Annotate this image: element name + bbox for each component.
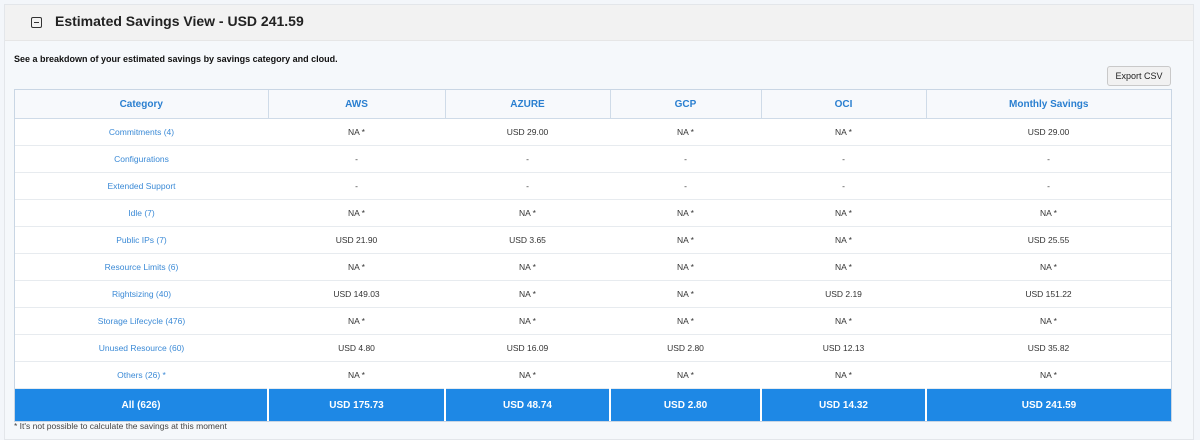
- gcp-cell: NA *: [610, 199, 761, 227]
- table-row: Commitments (4) NA * USD 29.00 NA * NA * USD …: [15, 118, 1171, 146]
- monthly-savings-cell: NA *: [926, 199, 1171, 227]
- azure-cell: NA *: [445, 307, 610, 335]
- column-header-aws[interactable]: AWS: [268, 90, 446, 119]
- oci-cell: NA *: [761, 226, 926, 254]
- monthly-savings-cell: -: [926, 145, 1171, 173]
- azure-cell: NA *: [445, 253, 610, 281]
- category-link[interactable]: Rightsizing (40): [15, 280, 268, 308]
- monthly-savings-cell: USD 25.55: [926, 226, 1171, 254]
- column-header-azure[interactable]: AZURE: [445, 90, 611, 119]
- category-link[interactable]: Unused Resource (60): [15, 334, 268, 362]
- savings-table-container: Category AWS AZURE GCP OCI Monthly Savings Co…: [14, 89, 1172, 422]
- savings-table: Category AWS AZURE GCP OCI Monthly Savings Co…: [15, 90, 1171, 421]
- monthly-savings-cell: -: [926, 172, 1171, 200]
- oci-cell: USD 12.13: [761, 334, 926, 362]
- monthly-savings-cell: USD 151.22: [926, 280, 1171, 308]
- panel-title: Estimated Savings View - USD 241.59: [55, 13, 304, 29]
- table-row: Extended Support - - - - -: [15, 172, 1171, 200]
- panel-header: Estimated Savings View - USD 241.59: [5, 5, 1193, 41]
- gcp-cell: NA *: [610, 361, 761, 389]
- panel-description: See a breakdown of your estimated saving…: [14, 54, 338, 64]
- gcp-cell: NA *: [610, 280, 761, 308]
- azure-cell: USD 16.09: [445, 334, 610, 362]
- monthly-savings-cell: NA *: [926, 307, 1171, 335]
- table-row: Others (26) * NA * NA * NA * NA * NA *: [15, 361, 1171, 389]
- table-header-row: Category AWS AZURE GCP OCI Monthly Savings: [15, 90, 1171, 119]
- total-oci-cell: USD 14.32: [761, 388, 927, 421]
- table-row: Rightsizing (40) USD 149.03 NA * NA * USD 2.…: [15, 280, 1171, 308]
- azure-cell: USD 3.65: [445, 226, 610, 254]
- aws-cell: NA *: [268, 199, 445, 227]
- oci-cell: NA *: [761, 199, 926, 227]
- oci-cell: NA *: [761, 361, 926, 389]
- aws-cell: -: [268, 172, 445, 200]
- column-header-oci[interactable]: OCI: [761, 90, 927, 119]
- aws-cell: -: [268, 145, 445, 173]
- gcp-cell: NA *: [610, 307, 761, 335]
- azure-cell: NA *: [445, 199, 610, 227]
- monthly-savings-cell: NA *: [926, 361, 1171, 389]
- category-link[interactable]: Resource Limits (6): [15, 253, 268, 281]
- aws-cell: USD 21.90: [268, 226, 445, 254]
- category-link[interactable]: Commitments (4): [15, 118, 268, 146]
- azure-cell: NA *: [445, 361, 610, 389]
- aws-cell: USD 4.80: [268, 334, 445, 362]
- aws-cell: NA *: [268, 361, 445, 389]
- monthly-savings-cell: USD 29.00: [926, 118, 1171, 146]
- oci-cell: NA *: [761, 253, 926, 281]
- column-header-gcp[interactable]: GCP: [610, 90, 762, 119]
- oci-cell: NA *: [761, 118, 926, 146]
- total-category-cell: All (626): [15, 388, 269, 421]
- table-row: Storage Lifecycle (476) NA * NA * NA * NA * N…: [15, 307, 1171, 335]
- total-azure-cell: USD 48.74: [445, 388, 611, 421]
- category-link[interactable]: Idle (7): [15, 199, 268, 227]
- category-link[interactable]: Extended Support: [15, 172, 268, 200]
- total-monthly-savings-cell: USD 241.59: [926, 388, 1171, 421]
- table-row: Configurations - - - - -: [15, 145, 1171, 173]
- aws-cell: USD 149.03: [268, 280, 445, 308]
- category-link[interactable]: Configurations: [15, 145, 268, 173]
- gcp-cell: -: [610, 172, 761, 200]
- table-row: Public IPs (7) USD 21.90 USD 3.65 NA * NA * U…: [15, 226, 1171, 254]
- monthly-savings-cell: USD 35.82: [926, 334, 1171, 362]
- aws-cell: NA *: [268, 307, 445, 335]
- aws-cell: NA *: [268, 253, 445, 281]
- category-link[interactable]: Others (26) *: [15, 361, 268, 389]
- table-row: Resource Limits (6) NA * NA * NA * NA * NA *: [15, 253, 1171, 281]
- category-link[interactable]: Storage Lifecycle (476): [15, 307, 268, 335]
- oci-cell: -: [761, 172, 926, 200]
- table-row: Idle (7) NA * NA * NA * NA * NA *: [15, 199, 1171, 227]
- gcp-cell: -: [610, 145, 761, 173]
- export-csv-button[interactable]: Export CSV: [1107, 66, 1171, 86]
- category-link[interactable]: Public IPs (7): [15, 226, 268, 254]
- collapse-icon[interactable]: [31, 17, 42, 28]
- monthly-savings-cell: NA *: [926, 253, 1171, 281]
- azure-cell: -: [445, 145, 610, 173]
- azure-cell: NA *: [445, 280, 610, 308]
- footnote: * It's not possible to calculate the sav…: [14, 421, 227, 431]
- gcp-cell: NA *: [610, 253, 761, 281]
- oci-cell: USD 2.19: [761, 280, 926, 308]
- azure-cell: USD 29.00: [445, 118, 610, 146]
- gcp-cell: NA *: [610, 118, 761, 146]
- gcp-cell: USD 2.80: [610, 334, 761, 362]
- oci-cell: -: [761, 145, 926, 173]
- total-gcp-cell: USD 2.80: [610, 388, 762, 421]
- total-row: All (626) USD 175.73 USD 48.74 USD 2.80 USD …: [15, 388, 1171, 421]
- column-header-category[interactable]: Category: [15, 90, 269, 119]
- oci-cell: NA *: [761, 307, 926, 335]
- total-aws-cell: USD 175.73: [268, 388, 446, 421]
- aws-cell: NA *: [268, 118, 445, 146]
- gcp-cell: NA *: [610, 226, 761, 254]
- column-header-monthly-savings[interactable]: Monthly Savings: [926, 90, 1171, 119]
- azure-cell: -: [445, 172, 610, 200]
- table-row: Unused Resource (60) USD 4.80 USD 16.09 USD…: [15, 334, 1171, 362]
